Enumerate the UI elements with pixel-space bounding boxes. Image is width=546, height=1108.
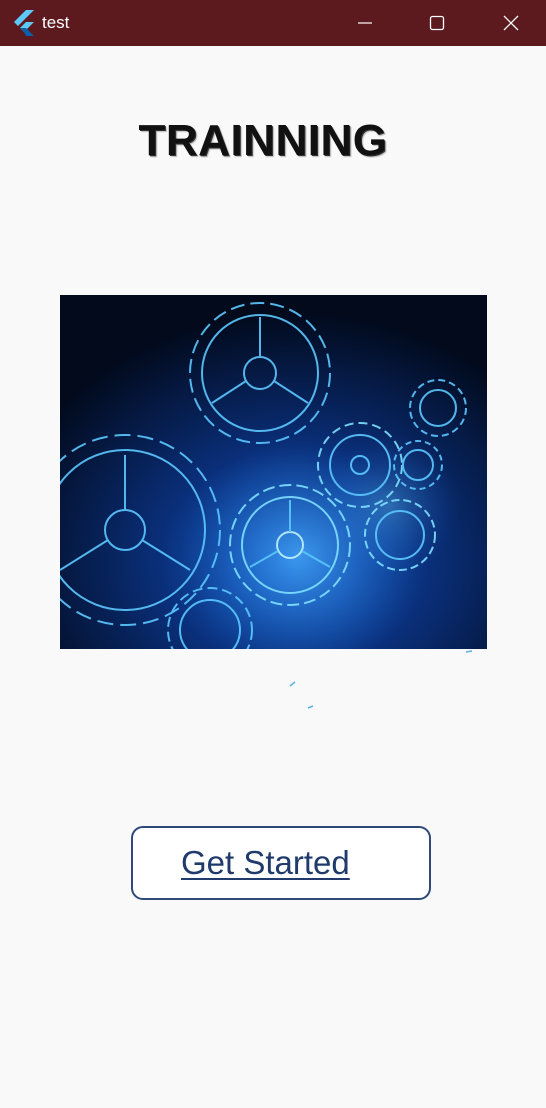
maximize-icon: [429, 15, 445, 31]
get-started-button[interactable]: Get Started: [131, 826, 431, 900]
window-titlebar[interactable]: test: [0, 0, 546, 46]
decorative-specks: [289, 650, 473, 709]
flutter-logo-icon: [14, 10, 34, 36]
get-started-label: Get Started: [181, 844, 350, 881]
gears-illustration: [60, 295, 487, 649]
app-window: test TRAINNING Get Started: [0, 0, 546, 1108]
maximize-button[interactable]: [400, 0, 474, 46]
minimize-icon: [358, 22, 372, 24]
close-icon: [503, 15, 519, 31]
minimize-button[interactable]: [328, 0, 402, 46]
gears-hero-image: [60, 295, 487, 649]
close-button[interactable]: [474, 0, 546, 46]
page-title: TRAINNING: [138, 116, 388, 165]
window-title: test: [42, 13, 70, 32]
